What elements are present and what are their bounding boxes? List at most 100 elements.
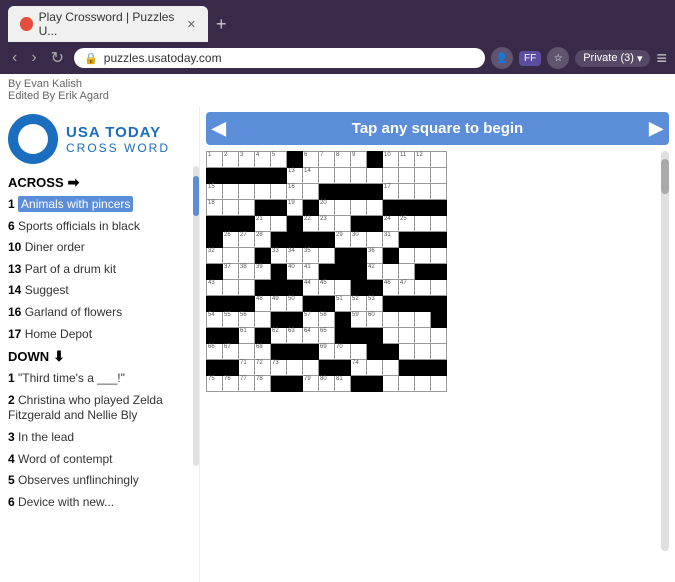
cell-11-11[interactable] — [383, 328, 399, 344]
profile-icon[interactable]: 👤 — [491, 47, 513, 69]
cell-12-7[interactable]: 69 — [319, 344, 335, 360]
cell-1-11[interactable] — [383, 168, 399, 184]
cell-5-1[interactable]: 26 — [223, 232, 239, 248]
cell-9-5[interactable]: 50 — [287, 296, 303, 312]
tab-close-button[interactable]: ✕ — [187, 18, 196, 31]
cell-14-1[interactable]: 76 — [223, 376, 239, 392]
cell-2-5[interactable]: 16 — [287, 184, 303, 200]
cell-13-6[interactable] — [303, 360, 319, 376]
cell-5-3[interactable]: 28 — [255, 232, 271, 248]
cell-1-5[interactable]: 13 — [287, 168, 303, 184]
cell-8-2[interactable] — [239, 280, 255, 296]
cell-3-9[interactable] — [351, 200, 367, 216]
cell-2-0[interactable]: 15 — [207, 184, 223, 200]
cell-4-7[interactable]: 23 — [319, 216, 335, 232]
cell-1-13[interactable] — [415, 168, 431, 184]
cell-13-5[interactable] — [287, 360, 303, 376]
clue-across-6[interactable]: 6 Sports officials in black — [8, 219, 191, 235]
cell-2-12[interactable] — [399, 184, 415, 200]
cell-1-14[interactable] — [431, 168, 447, 184]
cell-4-11[interactable]: 24 — [383, 216, 399, 232]
cell-4-12[interactable]: 25 — [399, 216, 415, 232]
cell-10-9[interactable]: 59 — [351, 312, 367, 328]
cell-4-13[interactable] — [415, 216, 431, 232]
cell-8-13[interactable] — [415, 280, 431, 296]
cell-3-0[interactable]: 18 — [207, 200, 223, 216]
cell-5-8[interactable]: 29 — [335, 232, 351, 248]
cell-14-14[interactable] — [431, 376, 447, 392]
cell-11-6[interactable]: 64 — [303, 328, 319, 344]
cell-1-6[interactable]: 14 — [303, 168, 319, 184]
cell-0-1[interactable]: 2 — [223, 152, 239, 168]
cell-8-12[interactable]: 47 — [399, 280, 415, 296]
cell-13-2[interactable]: 71 — [239, 360, 255, 376]
cell-6-10[interactable]: 36 — [367, 248, 383, 264]
cell-2-2[interactable] — [239, 184, 255, 200]
cell-12-9[interactable] — [351, 344, 367, 360]
grid-next-button[interactable]: ▶ — [649, 118, 663, 139]
cell-10-10[interactable]: 60 — [367, 312, 383, 328]
cell-6-4[interactable]: 33 — [271, 248, 287, 264]
cell-13-3[interactable]: 72 — [255, 360, 271, 376]
clue-down-6[interactable]: 6 Device with new... — [8, 495, 191, 511]
cell-9-8[interactable]: 51 — [335, 296, 351, 312]
cell-8-6[interactable]: 44 — [303, 280, 319, 296]
cell-7-6[interactable]: 41 — [303, 264, 319, 280]
cell-12-12[interactable] — [399, 344, 415, 360]
cell-13-11[interactable] — [383, 360, 399, 376]
cell-2-14[interactable] — [431, 184, 447, 200]
cell-2-1[interactable] — [223, 184, 239, 200]
private-mode-button[interactable]: Private (3) ▾ — [575, 50, 650, 67]
cell-2-3[interactable] — [255, 184, 271, 200]
cell-8-1[interactable] — [223, 280, 239, 296]
cell-6-14[interactable] — [431, 248, 447, 264]
cell-5-9[interactable]: 30 — [351, 232, 367, 248]
clue-down-2[interactable]: 2 Christina who played Zelda Fitzgerald … — [8, 393, 191, 424]
cell-8-14[interactable] — [431, 280, 447, 296]
firefox-badge[interactable]: FF — [519, 51, 541, 66]
grid-scrollbar[interactable] — [661, 151, 669, 551]
cell-3-7[interactable]: 20 — [319, 200, 335, 216]
cell-11-14[interactable] — [431, 328, 447, 344]
cell-2-11[interactable]: 17 — [383, 184, 399, 200]
cell-3-8[interactable] — [335, 200, 351, 216]
cell-0-12[interactable]: 11 — [399, 152, 415, 168]
cell-10-1[interactable]: 55 — [223, 312, 239, 328]
cell-0-6[interactable]: 6 — [303, 152, 319, 168]
sidebar-scrollbar-thumb[interactable] — [193, 176, 199, 216]
cell-6-0[interactable]: 32 — [207, 248, 223, 264]
cell-0-4[interactable]: 5 — [271, 152, 287, 168]
cell-10-12[interactable] — [399, 312, 415, 328]
crossword-table[interactable]: 1234567891011121314151617181920212223242… — [206, 151, 447, 392]
cell-8-0[interactable]: 43 — [207, 280, 223, 296]
cell-1-12[interactable] — [399, 168, 415, 184]
cell-3-10[interactable] — [367, 200, 383, 216]
new-tab-button[interactable]: + — [212, 14, 231, 35]
cell-6-6[interactable]: 35 — [303, 248, 319, 264]
cell-6-2[interactable] — [239, 248, 255, 264]
cell-6-7[interactable] — [319, 248, 335, 264]
cell-14-12[interactable] — [399, 376, 415, 392]
grid-scrollbar-thumb[interactable] — [661, 159, 669, 194]
cell-13-10[interactable] — [367, 360, 383, 376]
cell-12-8[interactable]: 70 — [335, 344, 351, 360]
clue-down-5[interactable]: 5 Observes unflinchingly — [8, 473, 191, 489]
active-tab[interactable]: Play Crossword | Puzzles U... ✕ — [8, 6, 208, 42]
sidebar-scrollbar[interactable] — [193, 166, 199, 466]
cell-10-6[interactable]: 57 — [303, 312, 319, 328]
cell-1-9[interactable] — [351, 168, 367, 184]
cell-4-3[interactable]: 21 — [255, 216, 271, 232]
cell-2-13[interactable] — [415, 184, 431, 200]
cell-12-0[interactable]: 66 — [207, 344, 223, 360]
cell-7-2[interactable]: 38 — [239, 264, 255, 280]
cell-10-13[interactable] — [415, 312, 431, 328]
cell-0-13[interactable]: 12 — [415, 152, 431, 168]
cell-0-11[interactable]: 10 — [383, 152, 399, 168]
cell-11-2[interactable]: 61 — [239, 328, 255, 344]
clue-across-17[interactable]: 17 Home Depot — [8, 327, 191, 343]
cell-0-8[interactable]: 8 — [335, 152, 351, 168]
reload-button[interactable]: ↻ — [47, 46, 68, 70]
cell-11-12[interactable] — [399, 328, 415, 344]
clue-across-10[interactable]: 10 Diner order — [8, 240, 191, 256]
cell-3-5[interactable]: 19 — [287, 200, 303, 216]
